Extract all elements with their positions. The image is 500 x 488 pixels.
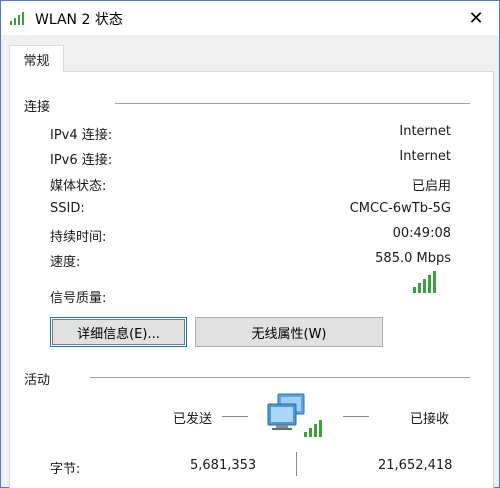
wifi-signal-icon — [10, 12, 24, 25]
close-icon: ✕ — [468, 7, 484, 29]
duration-value: 00:49:08 — [392, 226, 451, 241]
sent-line — [222, 416, 248, 417]
received-line — [343, 416, 369, 417]
signal-bar — [428, 275, 431, 293]
bytes-received-value: 21,652,418 — [378, 458, 453, 473]
ssid-value: CMCC-6wTb-5G — [349, 201, 451, 216]
received-label: 已接收 — [410, 412, 450, 427]
duration-label: 持续时间: — [50, 230, 107, 245]
details-button[interactable]: 详细信息(E)... — [50, 317, 187, 347]
wireless-properties-button[interactable]: 无线属性(W) — [195, 317, 383, 347]
sent-label: 已发送 — [173, 412, 213, 427]
tab-general[interactable]: 常规 — [9, 45, 64, 72]
speed-label: 速度: — [50, 255, 81, 270]
signal-quality-label: 信号质量: — [50, 291, 107, 306]
ipv4-value: Internet — [399, 124, 451, 139]
title-bar[interactable]: WLAN 2 状态 ✕ — [1, 1, 499, 35]
ipv6-value: Internet — [399, 149, 451, 164]
signal-bar — [418, 283, 421, 293]
window-title: WLAN 2 状态 — [35, 12, 123, 28]
media-state-label: 媒体状态: — [50, 179, 107, 194]
ipv4-label: IPv4 连接: — [50, 128, 113, 143]
ipv6-label: IPv6 连接: — [50, 153, 113, 168]
signal-quality-icon — [413, 271, 436, 293]
bytes-sent-value: 5,681,353 — [190, 458, 257, 473]
status-window: WLAN 2 状态 ✕ 常规 连接 IPv4 连接: Internet IPv6… — [0, 0, 500, 488]
signal-bar — [423, 279, 426, 293]
connection-divider — [115, 103, 470, 104]
connection-heading: 连接 — [24, 100, 51, 115]
activity-divider — [90, 377, 470, 378]
bytes-label: 字节: — [50, 462, 81, 477]
media-state-value: 已启用 — [411, 179, 451, 194]
signal-bar — [433, 271, 436, 293]
speed-value: 585.0 Mbps — [375, 251, 451, 266]
dialog-body: 常规 连接 IPv4 连接: Internet IPv6 连接: Interne… — [1, 35, 499, 488]
bytes-separator — [296, 452, 297, 476]
activity-heading: 活动 — [24, 373, 51, 388]
network-computers-icon — [267, 393, 322, 437]
ssid-label: SSID: — [50, 201, 85, 216]
close-button[interactable]: ✕ — [453, 1, 499, 35]
signal-bar — [413, 287, 416, 293]
general-panel: 连接 IPv4 连接: Internet IPv6 连接: Internet 媒… — [9, 71, 494, 488]
